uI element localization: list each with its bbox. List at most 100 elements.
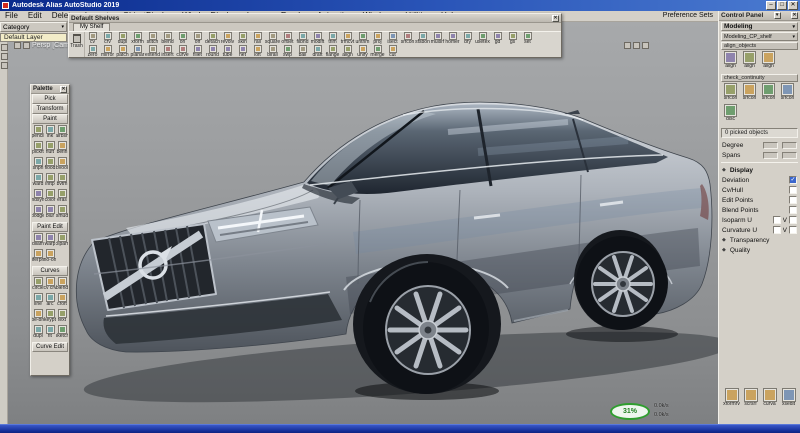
left-tool-icon[interactable] (1, 62, 8, 69)
shelf-tool-draft[interactable]: draft (310, 45, 325, 58)
palette-tool-color[interactable]: color (44, 189, 56, 205)
palette-tool-pickft[interactable]: pickft (32, 141, 44, 157)
palette-tool-eras[interactable]: eras (56, 189, 68, 205)
shelf-tool-proj[interactable]: proj (370, 32, 385, 45)
shelf-tool-offset[interactable]: offset (280, 32, 295, 45)
perspective-viewport[interactable]: Persp [Camera] (8, 22, 718, 424)
close-button[interactable]: ✕ (788, 1, 798, 10)
cp-mode-dropdown[interactable]: Modeling ▾ (721, 22, 798, 31)
shelf-tool-insert[interactable]: insert (160, 45, 175, 58)
shelf-tool-modift[interactable]: modift (310, 32, 325, 45)
shelf-tool-fillet[interactable]: fillet (190, 45, 205, 58)
option-checkbox[interactable]: ✓ (789, 176, 797, 184)
shelf-tool-mirror[interactable]: mirror (100, 45, 115, 58)
palette-tool-shpn[interactable]: shpn (32, 157, 44, 173)
shelf-tool-usetex[interactable]: usetex (475, 32, 490, 45)
viewport-grid-icon[interactable] (624, 42, 631, 49)
spans-v-input[interactable] (782, 152, 797, 159)
category-dropdown[interactable]: Category ▾ (0, 22, 67, 32)
cp-tool-srfcon[interactable]: srfcon (740, 83, 759, 104)
check-continuity-header[interactable]: check_continuity (721, 74, 798, 82)
palette-tool-clipam[interactable]: clipam (56, 233, 68, 249)
palette-tool-blur[interactable]: blur (44, 205, 56, 221)
cp-shelf-dropdown[interactable]: Modeling_CP_shelf ▾ (721, 32, 798, 41)
section-transparency[interactable]: ◆Transparency (719, 235, 800, 245)
close-icon[interactable]: ✕ (791, 12, 798, 19)
shelf-tool-flange[interactable]: flange (325, 45, 340, 58)
palette-section-pick[interactable]: Pick (32, 94, 68, 104)
shelf-tool-trmcvt[interactable]: trmcvt (340, 32, 355, 45)
menu-file[interactable]: File (0, 11, 23, 21)
chevron-down-icon[interactable]: ▾ (774, 12, 781, 19)
degree-u-input[interactable] (763, 142, 778, 149)
palette-tool-fluft[interactable]: fluft (44, 141, 56, 157)
shelf-tool-dry[interactable]: dry (460, 32, 475, 45)
cp-tool-xsedit[interactable]: xsedit (779, 388, 798, 410)
palette-section-curves[interactable]: Curves (32, 266, 68, 276)
tab-my-shelf[interactable]: My Shelf (73, 23, 110, 31)
shelf-tool-align[interactable]: align (340, 45, 355, 58)
shelf-tool-srfcon[interactable]: srfcon (400, 32, 415, 45)
shelf-tool-blend[interactable]: blend (160, 32, 175, 45)
shelf-tool-off[interactable]: off (190, 32, 205, 45)
minimize-button[interactable]: – (766, 1, 776, 10)
shelf-tool-ball[interactable]: ball (295, 45, 310, 58)
menu-edit[interactable]: Edit (23, 11, 47, 21)
car-model[interactable] (8, 22, 718, 424)
palette-tool-fit[interactable]: fit (44, 325, 56, 341)
windows-taskbar[interactable] (0, 424, 800, 433)
default-layer-button[interactable]: Default Layer (0, 33, 67, 42)
option-checkbox[interactable] (789, 186, 797, 194)
palette-section-paint-edit[interactable]: Paint Edit (32, 222, 68, 232)
spans-u-input[interactable] (763, 152, 778, 159)
palette-tool-arc[interactable]: arc (44, 293, 56, 309)
cp-tool-srfcon[interactable]: srfcon (721, 83, 740, 104)
palette-section-curve-edit[interactable]: Curve Edit (32, 342, 68, 352)
rear-wheel[interactable] (576, 236, 668, 330)
palette-tool-keypt[interactable]: keypt (44, 309, 56, 325)
shelf-tool-zero[interactable]: zero (85, 45, 100, 58)
palette-tool-bvool[interactable]: bvool (56, 157, 68, 173)
palette-tool-no-on[interactable]: no-on (44, 249, 56, 265)
shelf-tool-tube[interactable]: tube (220, 45, 235, 58)
palette-tool-smud[interactable]: smud (56, 205, 68, 221)
shelf-tool-extend[interactable]: extend (145, 45, 160, 58)
cp-tool-align[interactable]: align (759, 51, 778, 72)
left-tool-icon[interactable] (1, 44, 8, 51)
preference-sets-label[interactable]: Preference Sets (660, 11, 716, 21)
shelf-tool-filbnd[interactable]: filbnd (295, 32, 310, 45)
shelf-tool-isect[interactable]: isect (385, 32, 400, 45)
shelf-tool-set[interactable]: set (520, 32, 535, 45)
option-checkbox[interactable] (789, 196, 797, 204)
section-quality[interactable]: ◆Quality (719, 245, 800, 255)
palette-tool-circle[interactable]: circle (32, 277, 44, 293)
cp-tool-align[interactable]: align (740, 51, 759, 72)
shelf-tool-loft[interactable]: loft (250, 45, 265, 58)
palette-tool-iferpn[interactable]: iferpn (32, 249, 44, 265)
viewport-shade-icon[interactable] (642, 42, 649, 49)
shelf-tool-homer[interactable]: homer (445, 32, 460, 45)
shelf-tool-trim[interactable]: trim (325, 32, 340, 45)
shelf-tool-round[interactable]: round (205, 45, 220, 58)
palette-tool-bvtm[interactable]: bvtm (56, 173, 68, 189)
shelf-tool-birail[interactable]: birail (265, 45, 280, 58)
maximize-button[interactable]: □ (777, 1, 787, 10)
shelf-tool-net[interactable]: net (235, 45, 250, 58)
palette-tool-croft[interactable]: croft (56, 293, 68, 309)
shelf-tool-sfsbon[interactable]: sfsbon (415, 32, 430, 45)
front-wheel[interactable] (363, 262, 489, 394)
viewport-menu-icon[interactable] (14, 42, 21, 49)
option-checkbox[interactable] (773, 226, 781, 234)
left-tool-icon[interactable] (1, 53, 8, 60)
shelf-tool-cv[interactable]: cv (85, 32, 100, 45)
palette-tool-cv-crv[interactable]: cv crv (44, 277, 56, 293)
palette-tool-line[interactable]: line (32, 293, 44, 309)
degree-v-input[interactable] (782, 142, 797, 149)
palette-tool-mdsym[interactable]: mdsym (32, 189, 44, 205)
shelf-tool-untrim[interactable]: untrim (355, 32, 370, 45)
shelf-tool-dupl[interactable]: dupl (115, 32, 130, 45)
shelf-tool-mulsrf[interactable]: mulsrf (430, 32, 445, 45)
display-section-header[interactable]: ◆ Display (719, 165, 800, 175)
viewport-lock-icon[interactable] (633, 42, 640, 49)
close-icon[interactable]: ✕ (552, 15, 559, 22)
